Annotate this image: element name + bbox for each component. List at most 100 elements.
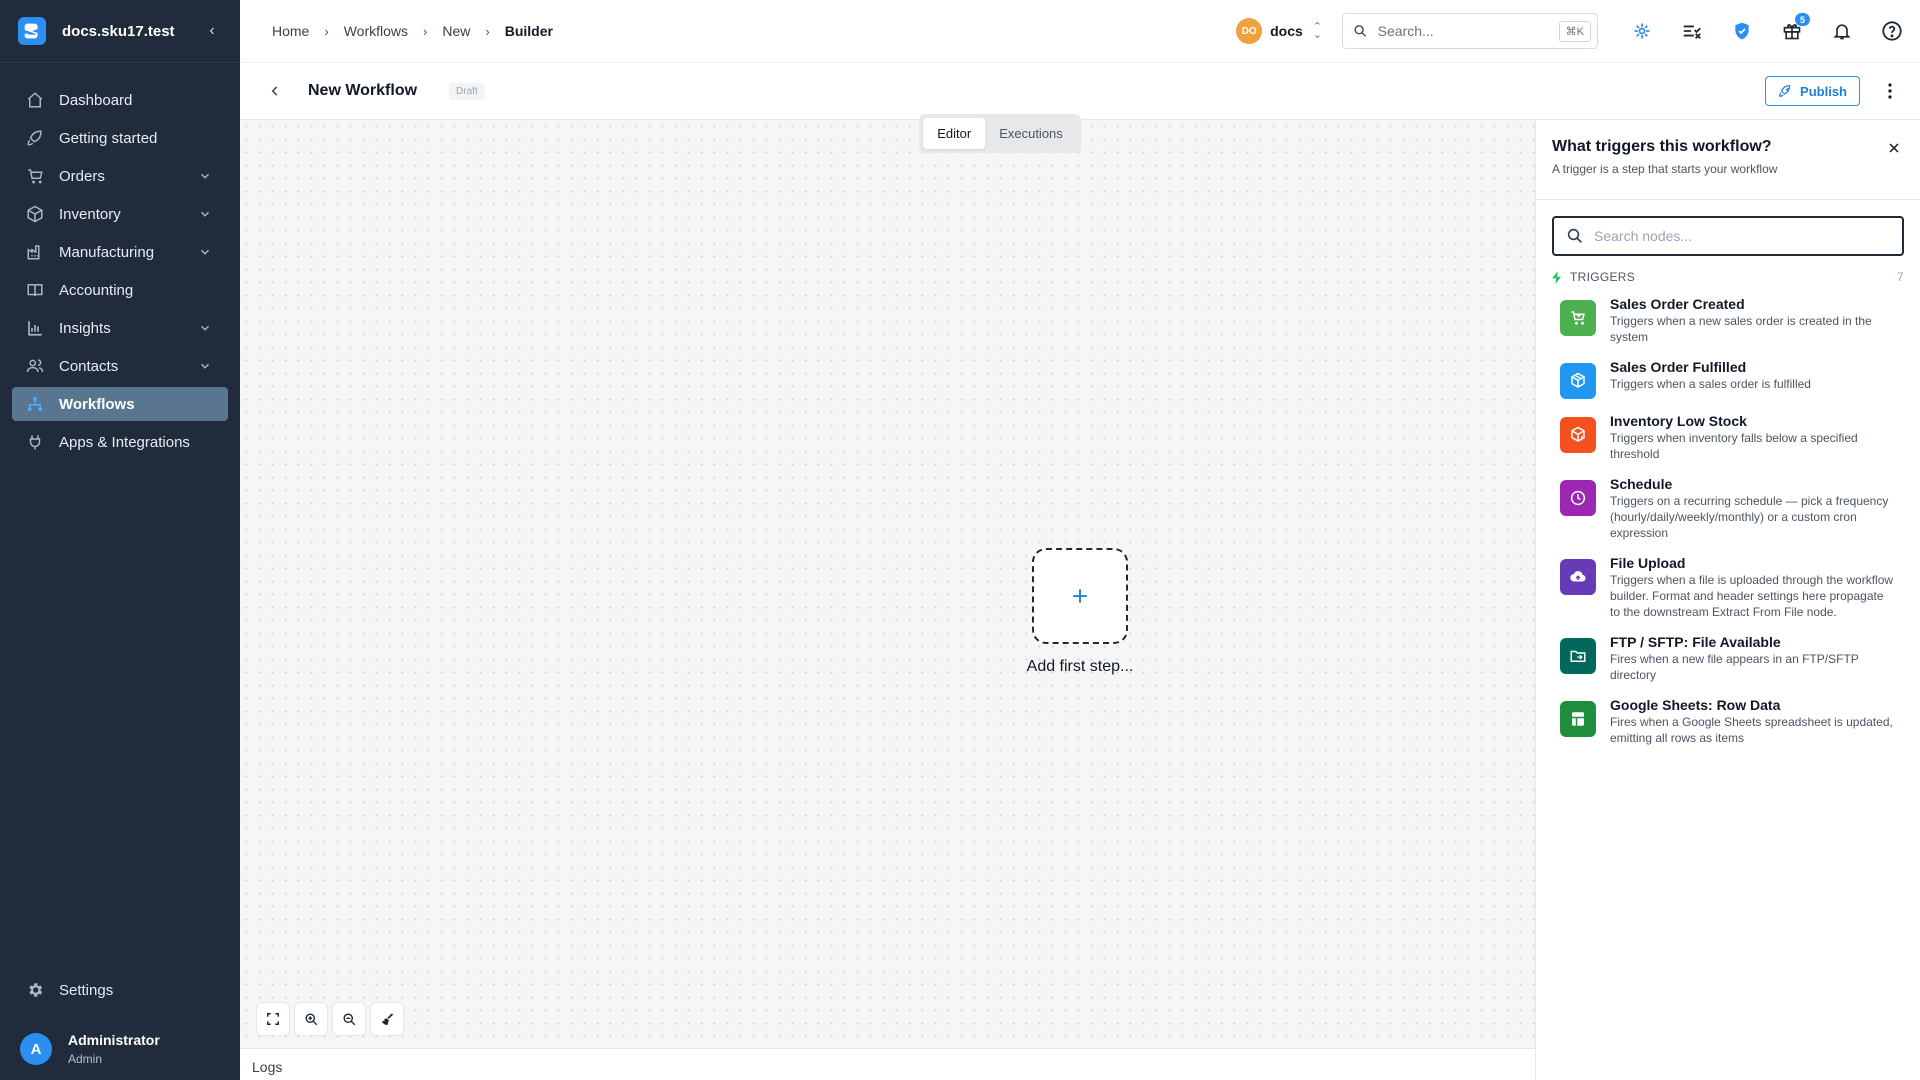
chevron-down-icon[interactable]	[198, 359, 212, 373]
breadcrumb-separator: ›	[423, 23, 428, 39]
sidebar-item-insights[interactable]: Insights	[12, 311, 228, 345]
org-badge: DO	[1236, 18, 1263, 44]
zoom-in-button[interactable]	[294, 1002, 328, 1036]
global-search[interactable]: ⌘K	[1342, 13, 1598, 49]
sidebar-item-label: Workflows	[59, 395, 135, 413]
cloud-upload-icon	[1560, 559, 1596, 595]
sidebar-item-contacts[interactable]: Contacts	[12, 349, 228, 383]
trigger-item[interactable]: FTP / SFTP: File Available Fires when a n…	[1536, 634, 1920, 683]
workflow-icon	[26, 395, 44, 413]
trigger-item[interactable]: Google Sheets: Row Data Fires when a Goog…	[1536, 697, 1920, 746]
chevron-down-icon[interactable]	[198, 207, 212, 221]
zoom-out-icon	[343, 1013, 355, 1025]
tab-executions[interactable]: Executions	[985, 118, 1077, 149]
fullscreen-icon	[267, 1013, 279, 1025]
plug-icon	[26, 433, 44, 451]
chevron-down-icon[interactable]	[198, 321, 212, 335]
sidebar-item-label: Apps & Integrations	[59, 433, 190, 451]
sidebar-item-orders[interactable]: Orders	[12, 159, 228, 193]
back-arrow-icon[interactable]	[268, 84, 286, 98]
sidebar-nav: Dashboard Getting started Orders Inventory M…	[0, 63, 240, 459]
sidebar-item-manufacturing[interactable]: Manufacturing	[12, 235, 228, 269]
trigger-item[interactable]: Inventory Low Stock Triggers when invento…	[1536, 413, 1920, 462]
settings-label: Settings	[59, 981, 114, 999]
triggers-section-header: TRIGGERS 7	[1552, 270, 1904, 284]
ai-sparkle-icon[interactable]	[1630, 19, 1654, 43]
plus-icon	[1073, 589, 1087, 603]
sidebar-item-inventory[interactable]: Inventory	[12, 197, 228, 231]
node-search[interactable]	[1552, 216, 1904, 256]
sidebar-item-settings[interactable]: Settings	[12, 972, 228, 1008]
sidebar-item-getting-started[interactable]: Getting started	[12, 121, 228, 155]
node-search-input[interactable]	[1594, 228, 1890, 244]
sidebar-item-label: Dashboard	[59, 91, 133, 109]
breadcrumb-separator: ›	[324, 23, 329, 39]
package-alert-icon	[1560, 417, 1596, 453]
workflow-canvas[interactable]: Editor Executions Add first step...	[240, 114, 1535, 1048]
sidebar-footer: Settings A Administrator Admin	[0, 972, 240, 1080]
sidebar-item-apps-integrations[interactable]: Apps & Integrations	[12, 425, 228, 459]
sidebar-item-label: Inventory	[59, 205, 121, 223]
trigger-description: Fires when a Google Sheets spreadsheet i…	[1610, 715, 1893, 745]
add-first-step-button[interactable]	[1032, 548, 1128, 644]
chevron-down-icon[interactable]	[198, 245, 212, 259]
zoom-out-button[interactable]	[332, 1002, 366, 1036]
brand-logo[interactable]	[18, 17, 46, 45]
collapse-sidebar-icon[interactable]: ‹	[202, 22, 222, 40]
trigger-item[interactable]: Sales Order Created Triggers when a new s…	[1536, 296, 1920, 345]
org-switcher[interactable]: DO docs ⌃ ⌄	[1236, 18, 1322, 44]
user-name: Administrator	[68, 1032, 160, 1048]
status-badge: Draft	[449, 82, 485, 100]
trigger-name: Google Sheets: Row Data	[1610, 697, 1781, 713]
sidebar-item-label: Insights	[59, 319, 111, 337]
breadcrumb-workflows[interactable]: Workflows	[344, 23, 408, 39]
trigger-item[interactable]: Schedule Triggers on a recurring schedule…	[1536, 476, 1920, 541]
trigger-panel: What triggers this workflow? A trigger i…	[1535, 120, 1920, 1080]
tidy-up-button[interactable]	[370, 1002, 404, 1036]
trigger-description: Triggers when a sales order is fulfilled	[1610, 377, 1811, 391]
user-profile[interactable]: A Administrator Admin	[0, 1018, 240, 1080]
breadcrumb-home[interactable]: Home	[272, 23, 309, 39]
rocket-icon	[26, 129, 44, 147]
rocket-icon	[1779, 85, 1791, 97]
user-role: Admin	[68, 1052, 103, 1066]
breadcrumb-new[interactable]: New	[442, 23, 470, 39]
package-icon	[1560, 363, 1596, 399]
search-shortcut: ⌘K	[1558, 20, 1591, 42]
bell-icon[interactable]	[1830, 19, 1854, 43]
workflow-title[interactable]: New Workflow	[308, 82, 417, 100]
fit-view-button[interactable]	[256, 1002, 290, 1036]
sidebar: docs.sku17.test ‹ Dashboard Getting start…	[0, 0, 240, 1080]
gear-icon	[26, 981, 44, 999]
more-options-icon[interactable]	[1888, 83, 1892, 99]
panel-header: What triggers this workflow? A trigger i…	[1536, 120, 1920, 200]
trigger-name: File Upload	[1610, 555, 1686, 571]
trigger-list: Sales Order Created Triggers when a new s…	[1536, 296, 1920, 746]
search-input[interactable]	[1377, 23, 1559, 39]
sidebar-item-label: Accounting	[59, 281, 134, 299]
shield-icon[interactable]	[1730, 19, 1754, 43]
trigger-item[interactable]: Sales Order Fulfilled Triggers when a sal…	[1536, 359, 1920, 399]
gift-icon[interactable]: 5	[1780, 13, 1810, 43]
publish-button[interactable]: Publish	[1765, 76, 1860, 106]
tasks-icon[interactable]	[1680, 19, 1704, 43]
sheet-icon	[1560, 701, 1596, 737]
breadcrumb: Home › Workflows › New › Builder	[240, 23, 1236, 39]
sidebar-item-workflows[interactable]: Workflows	[12, 387, 228, 421]
tab-editor[interactable]: Editor	[923, 118, 986, 149]
trigger-description: Triggers on a recurring schedule — pick …	[1610, 494, 1889, 540]
trigger-item[interactable]: File Upload Triggers when a file is uploa…	[1536, 555, 1920, 620]
clock-icon	[1560, 480, 1596, 516]
sidebar-item-dashboard[interactable]: Dashboard	[12, 83, 228, 117]
trigger-description: Triggers when inventory falls below a sp…	[1610, 431, 1858, 461]
help-icon[interactable]	[1880, 19, 1904, 43]
search-icon	[1567, 228, 1582, 243]
home-icon	[26, 91, 44, 109]
sidebar-item-label: Contacts	[59, 357, 119, 375]
brand-name: docs.sku17.test	[62, 22, 175, 40]
sidebar-item-accounting[interactable]: Accounting	[12, 273, 228, 307]
close-icon[interactable]	[1888, 142, 1900, 154]
chevron-down-icon[interactable]	[198, 169, 212, 183]
book-icon	[26, 281, 44, 299]
logs-bar[interactable]: Logs	[240, 1048, 1535, 1080]
